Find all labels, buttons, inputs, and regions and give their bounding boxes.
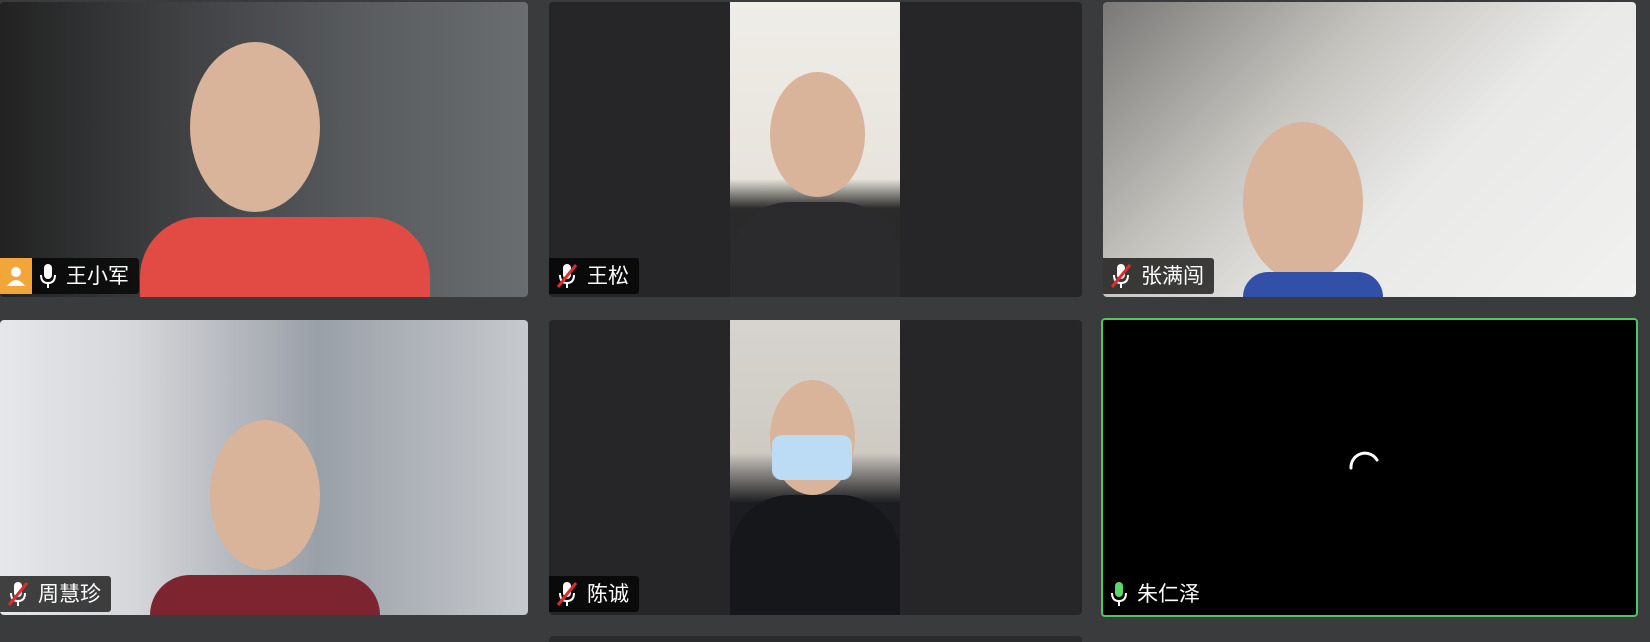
- loading-spinner-icon: [1349, 451, 1379, 470]
- participant-face: [190, 42, 320, 212]
- microphone-muted-icon: [556, 264, 578, 288]
- participant-tile[interactable]: 王松: [549, 2, 1082, 297]
- participant-tile[interactable]: 陈诚: [549, 320, 1082, 615]
- participant-face: [770, 72, 865, 197]
- participant-tile[interactable]: 王小军: [0, 2, 528, 297]
- participant-name-label: 张满闯: [1103, 258, 1214, 294]
- participant-tile-active-speaker[interactable]: 朱仁泽: [1101, 318, 1638, 617]
- participant-name: 朱仁泽: [1137, 582, 1200, 606]
- participant-name-label: 王小军: [32, 258, 139, 294]
- participant-body: [730, 202, 900, 297]
- participant-name: 张满闯: [1141, 264, 1204, 288]
- microphone-muted-icon: [556, 582, 578, 606]
- microphone-muted-icon: [1110, 264, 1132, 288]
- participant-name-label: 周慧珍: [0, 576, 111, 612]
- participant-name: 周慧珍: [38, 582, 101, 606]
- face-mask: [772, 435, 852, 480]
- host-badge: [0, 258, 32, 294]
- participant-name-label: 王松: [549, 258, 639, 294]
- person-icon: [7, 267, 25, 286]
- participant-name: 王小军: [66, 264, 129, 288]
- next-row-tile-edge: [549, 636, 1082, 642]
- participant-tile[interactable]: 张满闯: [1103, 2, 1636, 297]
- participant-body: [150, 575, 380, 615]
- video-gallery: 王小军 王松 张满闯 周慧珍 陈诚 朱仁泽: [0, 0, 1650, 642]
- participant-video: [1103, 2, 1636, 297]
- participant-face: [1243, 122, 1363, 282]
- participant-name-label: 陈诚: [549, 576, 639, 612]
- participant-video: [730, 2, 900, 297]
- participant-name: 陈诚: [587, 582, 629, 606]
- participant-body: [730, 495, 900, 615]
- microphone-icon: [1111, 582, 1127, 606]
- microphone-muted-icon: [7, 582, 29, 606]
- participant-body: [1243, 272, 1383, 297]
- participant-face: [210, 420, 320, 570]
- participant-name-label: 朱仁泽: [1103, 576, 1210, 612]
- participant-video: [730, 320, 900, 615]
- microphone-icon: [40, 264, 56, 288]
- participant-name: 王松: [587, 264, 629, 288]
- participant-body: [140, 217, 430, 297]
